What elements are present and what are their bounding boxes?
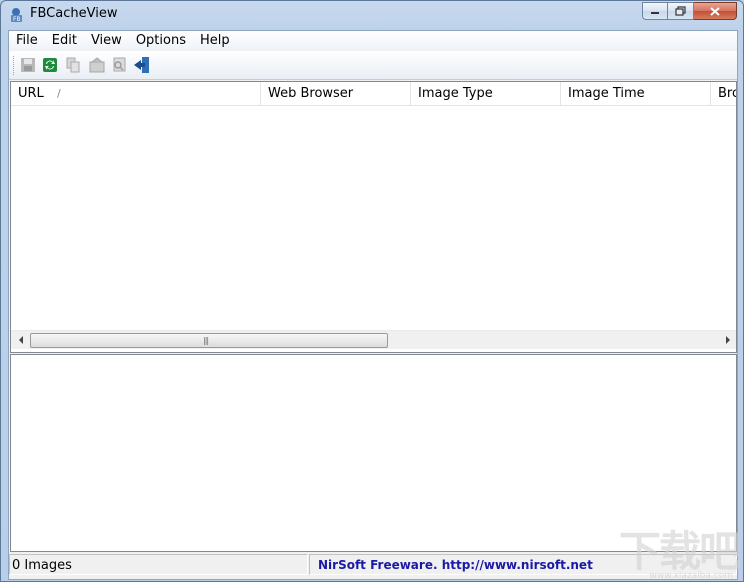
- watermark-url: www.xiazaiba.com: [649, 571, 733, 581]
- minimize-icon: [651, 12, 659, 14]
- copy-icon: [66, 57, 80, 73]
- svg-text:FB: FB: [13, 16, 21, 23]
- exit-icon: [134, 57, 149, 73]
- menu-view[interactable]: View: [84, 31, 129, 50]
- find-button[interactable]: [110, 56, 128, 74]
- horizontal-scrollbar[interactable]: |||: [11, 330, 736, 349]
- cache-list[interactable]: URL / Web Browser Image Type Image Time …: [10, 81, 737, 353]
- title-bar[interactable]: FB FBCacheView: [1, 1, 743, 29]
- chevron-left-icon: [18, 336, 23, 344]
- exit-button[interactable]: [133, 56, 151, 74]
- copy-button[interactable]: [64, 56, 82, 74]
- column-header-url[interactable]: URL /: [11, 82, 261, 105]
- scrollbar-grip-icon: |||: [203, 336, 209, 345]
- restore-icon: [674, 6, 686, 16]
- save-icon: [21, 58, 35, 72]
- column-header-web-browser[interactable]: Web Browser: [261, 82, 411, 105]
- refresh-icon: [43, 58, 57, 72]
- toolbar-grip[interactable]: [13, 56, 16, 75]
- find-icon: [113, 57, 126, 72]
- close-button[interactable]: [694, 2, 737, 20]
- menu-file[interactable]: File: [9, 31, 45, 50]
- close-icon: [710, 6, 720, 16]
- minimize-button[interactable]: [642, 2, 668, 20]
- scroll-right-button[interactable]: [719, 331, 736, 349]
- properties-icon: [89, 57, 105, 73]
- list-header: URL / Web Browser Image Type Image Time …: [11, 82, 736, 106]
- column-header-image-time[interactable]: Image Time: [561, 82, 711, 105]
- scrollbar-thumb[interactable]: |||: [30, 333, 388, 348]
- column-label: URL: [18, 86, 44, 101]
- app-icon: FB: [9, 7, 25, 23]
- column-header-browser-partial[interactable]: Bro: [711, 82, 736, 105]
- window-title: FBCacheView: [30, 6, 118, 21]
- properties-button[interactable]: [88, 56, 106, 74]
- sort-indicator-icon: /: [57, 87, 61, 100]
- watermark-logo: 下载吧: [618, 527, 741, 576]
- app-window: FB FBCacheView File Edit View Options He…: [0, 0, 744, 582]
- caption-buttons: [642, 2, 737, 21]
- chevron-right-icon: [725, 336, 730, 344]
- scroll-left-button[interactable]: [12, 331, 29, 349]
- refresh-button[interactable]: [41, 56, 59, 74]
- toolbar: [9, 51, 737, 80]
- status-item-count: 0 Images: [9, 554, 308, 575]
- menu-edit[interactable]: Edit: [45, 31, 84, 50]
- save-button[interactable]: [19, 56, 37, 74]
- menu-help[interactable]: Help: [193, 31, 237, 50]
- client-area: File Edit View Options Help URL / Web Br…: [8, 30, 738, 580]
- menu-bar: File Edit View Options Help: [9, 31, 737, 50]
- column-header-image-type[interactable]: Image Type: [411, 82, 561, 105]
- maximize-button[interactable]: [668, 2, 694, 20]
- menu-options[interactable]: Options: [129, 31, 193, 50]
